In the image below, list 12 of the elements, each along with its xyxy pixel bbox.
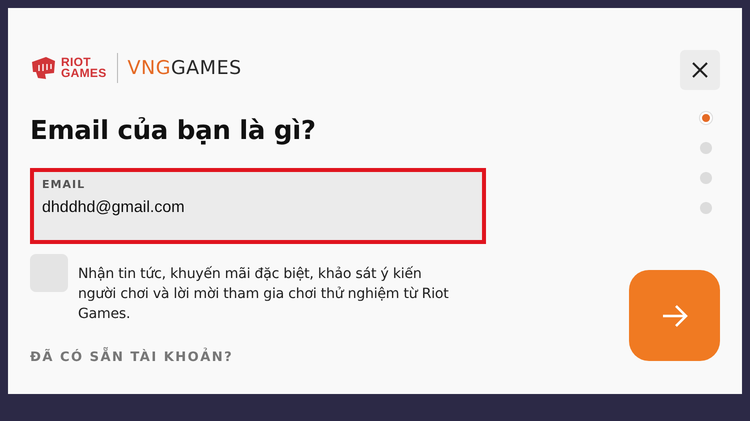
page-title: Email của bạn là gì? (30, 116, 317, 146)
next-button[interactable] (629, 270, 720, 361)
arrow-right-icon (660, 304, 688, 328)
email-field[interactable]: EMAIL dhddhd@gmail.com (30, 168, 486, 244)
consent-text: Nhận tin tức, khuyến mãi đặc biệt, khảo sát ý kiến người chơi và lời mời tham gia chơi thử nghiệm từ Riot Games. (78, 265, 450, 324)
close-button[interactable] (680, 50, 720, 90)
field-value: dhddhd@gmail.com (42, 199, 186, 217)
field-label: EMAIL (42, 178, 86, 191)
close-icon (691, 61, 709, 79)
riot-games-logo: RIOT GAMES (61, 57, 107, 79)
vng-games-logo: VNGGAMES (128, 57, 242, 79)
fist-icon (30, 57, 56, 79)
